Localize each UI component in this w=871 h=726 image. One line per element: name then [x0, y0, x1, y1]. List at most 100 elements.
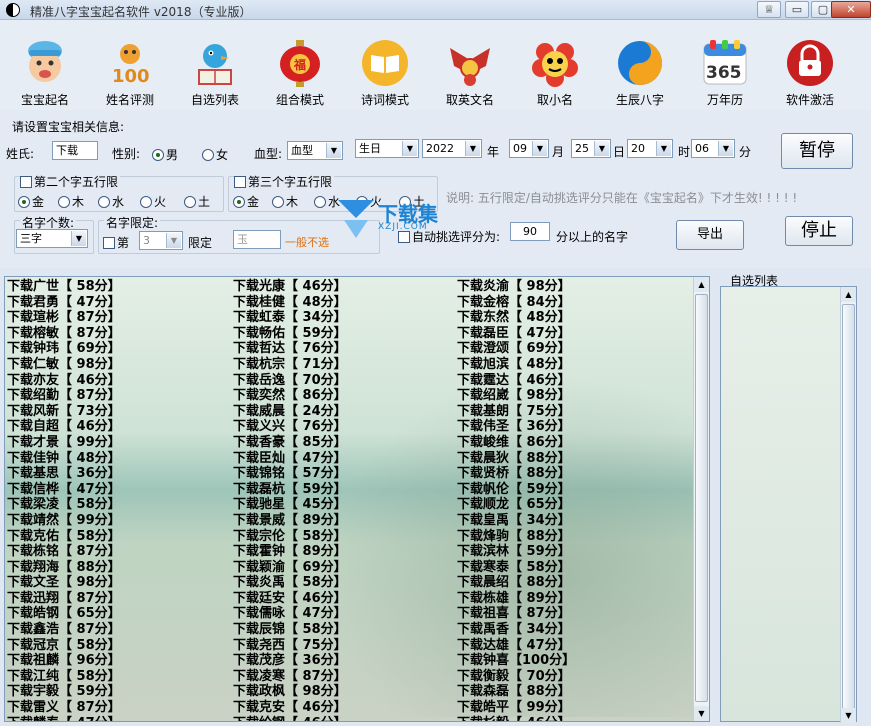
name-count-select[interactable]: 三字 ▼ — [16, 229, 88, 248]
name-result-item[interactable]: 下载宇毅【 59分】 — [7, 684, 121, 700]
name-result-item[interactable]: 下载自超【 46分】 — [7, 419, 121, 435]
second-el-earth[interactable]: 土 — [184, 193, 210, 210]
scroll-down-icon[interactable]: ▼ — [694, 706, 709, 721]
second-el-gold[interactable]: 金 — [18, 193, 44, 210]
name-result-item[interactable]: 下载亦友【 46分】 — [7, 373, 121, 389]
name-result-item[interactable]: 下载基朗【 75分】 — [457, 404, 575, 420]
name-result-item[interactable]: 下载祖麟【 96分】 — [7, 653, 121, 669]
name-result-item[interactable]: 下载烽驹【 88分】 — [457, 529, 575, 545]
name-result-item[interactable]: 下载寒泰【 58分】 — [457, 560, 575, 576]
name-result-item[interactable]: 下载辰锦【 58分】 — [233, 622, 347, 638]
name-result-item[interactable]: 下载麟泰【 47分】 — [7, 716, 121, 721]
name-result-item[interactable]: 下载克佑【 58分】 — [7, 529, 121, 545]
birthday-type-select[interactable]: 生日 ▼ — [355, 139, 419, 158]
name-result-item[interactable]: 下载金榕【 84分】 — [457, 295, 575, 311]
name-result-item[interactable]: 下载钟玮【 69分】 — [7, 341, 121, 357]
tool-perpetual-calendar[interactable]: 365 万年历 — [683, 38, 767, 108]
name-result-item[interactable]: 下载皓钢【 65分】 — [7, 606, 121, 622]
name-result-item[interactable]: 下载仁敏【 98分】 — [7, 357, 121, 373]
generated-names-list[interactable]: 下载广世【 58分】 下载君勇【 47分】 下载瑄彬【 87分】 下载榕敏【 87分】… — [4, 276, 710, 722]
name-result-item[interactable]: 下载翔海【 88分】 — [7, 560, 121, 576]
blood-type-select[interactable]: 血型 ▼ — [287, 141, 343, 160]
third-el-gold[interactable]: 金 — [233, 193, 259, 210]
hour-select[interactable]: 06 ▼ — [691, 139, 735, 158]
limit-char-input[interactable]: 玉 — [233, 230, 281, 249]
name-result-item[interactable]: 下载凌寒【 87分】 — [233, 669, 347, 685]
day2-select[interactable]: 20 ▼ — [627, 139, 673, 158]
name-result-item[interactable]: 下载君勇【 47分】 — [7, 295, 121, 311]
name-result-item[interactable]: 下载梁凌【 58分】 — [7, 497, 121, 513]
name-result-item[interactable]: 下载纶钢【 46分】 — [233, 716, 347, 721]
second-el-water[interactable]: 水 — [98, 193, 124, 210]
name-result-item[interactable]: 下载威晨【 24分】 — [233, 404, 347, 420]
name-result-item[interactable]: 下载顺龙【 65分】 — [457, 497, 575, 513]
name-result-item[interactable]: 下载颖渝【 69分】 — [233, 560, 347, 576]
name-result-item[interactable]: 下载义兴【 76分】 — [233, 419, 347, 435]
name-result-item[interactable]: 下载滨林【 59分】 — [457, 544, 575, 560]
name-result-item[interactable]: 下载光康【 46分】 — [233, 279, 347, 295]
favorites-list[interactable]: ▲ ▼ — [720, 286, 857, 723]
tool-baby-naming[interactable]: 宝宝起名 — [3, 38, 87, 108]
gender-female-radio[interactable]: 女 — [202, 146, 228, 163]
close-button[interactable]: ✕ — [831, 1, 871, 18]
name-result-item[interactable]: 下载锦铭【 57分】 — [233, 466, 347, 482]
name-result-item[interactable]: 下载才景【 99分】 — [7, 435, 121, 451]
tool-birth-chart[interactable]: 生辰八字 — [598, 38, 682, 108]
name-result-item[interactable]: 下载畅佑【 59分】 — [233, 326, 347, 342]
tool-nickname[interactable]: 取小名 — [513, 38, 597, 108]
scroll-up-icon[interactable]: ▲ — [694, 277, 709, 292]
results-scrollbar[interactable]: ▲ ▼ — [693, 277, 709, 721]
name-result-item[interactable]: 下载景威【 89分】 — [233, 513, 347, 529]
name-result-item[interactable]: 下载晨狄【 88分】 — [457, 451, 575, 467]
name-result-item[interactable]: 下载澄颂【 69分】 — [457, 341, 575, 357]
tool-name-evaluation[interactable]: 100 姓名评测 — [88, 38, 172, 108]
name-result-item[interactable]: 下载杭宗【 71分】 — [233, 357, 347, 373]
scroll-thumb[interactable] — [842, 304, 855, 709]
name-result-item[interactable]: 下载臣灿【 47分】 — [233, 451, 347, 467]
name-result-item[interactable]: 下载栋铭【 87分】 — [7, 544, 121, 560]
scroll-thumb[interactable] — [695, 294, 708, 702]
name-result-item[interactable]: 下载霍钟【 89分】 — [233, 544, 347, 560]
name-result-item[interactable]: 下载旭滨【 48分】 — [457, 357, 575, 373]
name-result-item[interactable]: 下载榕敏【 87分】 — [7, 326, 121, 342]
name-result-item[interactable]: 下载信桦【 47分】 — [7, 482, 121, 498]
name-result-item[interactable]: 下载迅翔【 87分】 — [7, 591, 121, 607]
name-result-item[interactable]: 下载晨绍【 88分】 — [457, 575, 575, 591]
name-result-item[interactable]: 下载桂健【 48分】 — [233, 295, 347, 311]
name-result-item[interactable]: 下载奕然【 86分】 — [233, 388, 347, 404]
limit-position-select[interactable]: 3 ▼ — [139, 231, 183, 250]
name-result-item[interactable]: 下载帆伦【 59分】 — [457, 482, 575, 498]
name-result-item[interactable]: 下载冠京【 58分】 — [7, 638, 121, 654]
name-result-item[interactable]: 下载炎渝【 98分】 — [457, 279, 575, 295]
day-select[interactable]: 25 ▼ — [571, 139, 611, 158]
third-el-wood[interactable]: 木 — [272, 193, 298, 210]
skin-button[interactable]: ♕ — [757, 1, 781, 18]
name-result-item[interactable]: 下载廷安【 46分】 — [233, 591, 347, 607]
minimize-button[interactable]: ▭ — [785, 1, 809, 18]
name-result-item[interactable]: 下载瑄彬【 87分】 — [7, 310, 121, 326]
name-result-item[interactable]: 下载茂彦【 36分】 — [233, 653, 347, 669]
tool-english-name[interactable]: 取英文名 — [428, 38, 512, 108]
name-result-item[interactable]: 下载皓平【 99分】 — [457, 700, 575, 716]
name-result-item[interactable]: 下载祖喜【 87分】 — [457, 606, 575, 622]
name-result-item[interactable]: 下载宗伦【 58分】 — [233, 529, 347, 545]
name-result-item[interactable]: 下载江纯【 58分】 — [7, 669, 121, 685]
export-button[interactable]: 导出 — [676, 220, 744, 250]
scroll-down-icon[interactable]: ▼ — [841, 708, 856, 723]
name-result-item[interactable]: 下载伟圣【 36分】 — [457, 419, 575, 435]
name-result-item[interactable]: 下载虹泰【 34分】 — [233, 310, 347, 326]
name-result-item[interactable]: 下载皇禹【 34分】 — [457, 513, 575, 529]
name-result-item[interactable]: 下载岳逸【 70分】 — [233, 373, 347, 389]
name-result-item[interactable]: 下载鑫浩【 87分】 — [7, 622, 121, 638]
name-result-item[interactable]: 下载东然【 48分】 — [457, 310, 575, 326]
second-char-check[interactable]: 第二个字五行限 — [20, 173, 121, 190]
name-result-item[interactable]: 下载栋雄【 89分】 — [457, 591, 575, 607]
name-result-item[interactable]: 下载佳钟【 48分】 — [7, 451, 121, 467]
tool-custom-list[interactable]: 自选列表 — [173, 38, 257, 108]
name-result-item[interactable]: 下载风新【 73分】 — [7, 404, 121, 420]
year-select[interactable]: 2022 ▼ — [422, 139, 482, 158]
limit-position-check[interactable]: 第 — [103, 234, 129, 251]
name-result-item[interactable]: 下载儒咏【 47分】 — [233, 606, 347, 622]
name-result-item[interactable]: 下载衡毅【 70分】 — [457, 669, 575, 685]
pause-button[interactable]: 暂停 — [781, 133, 853, 169]
